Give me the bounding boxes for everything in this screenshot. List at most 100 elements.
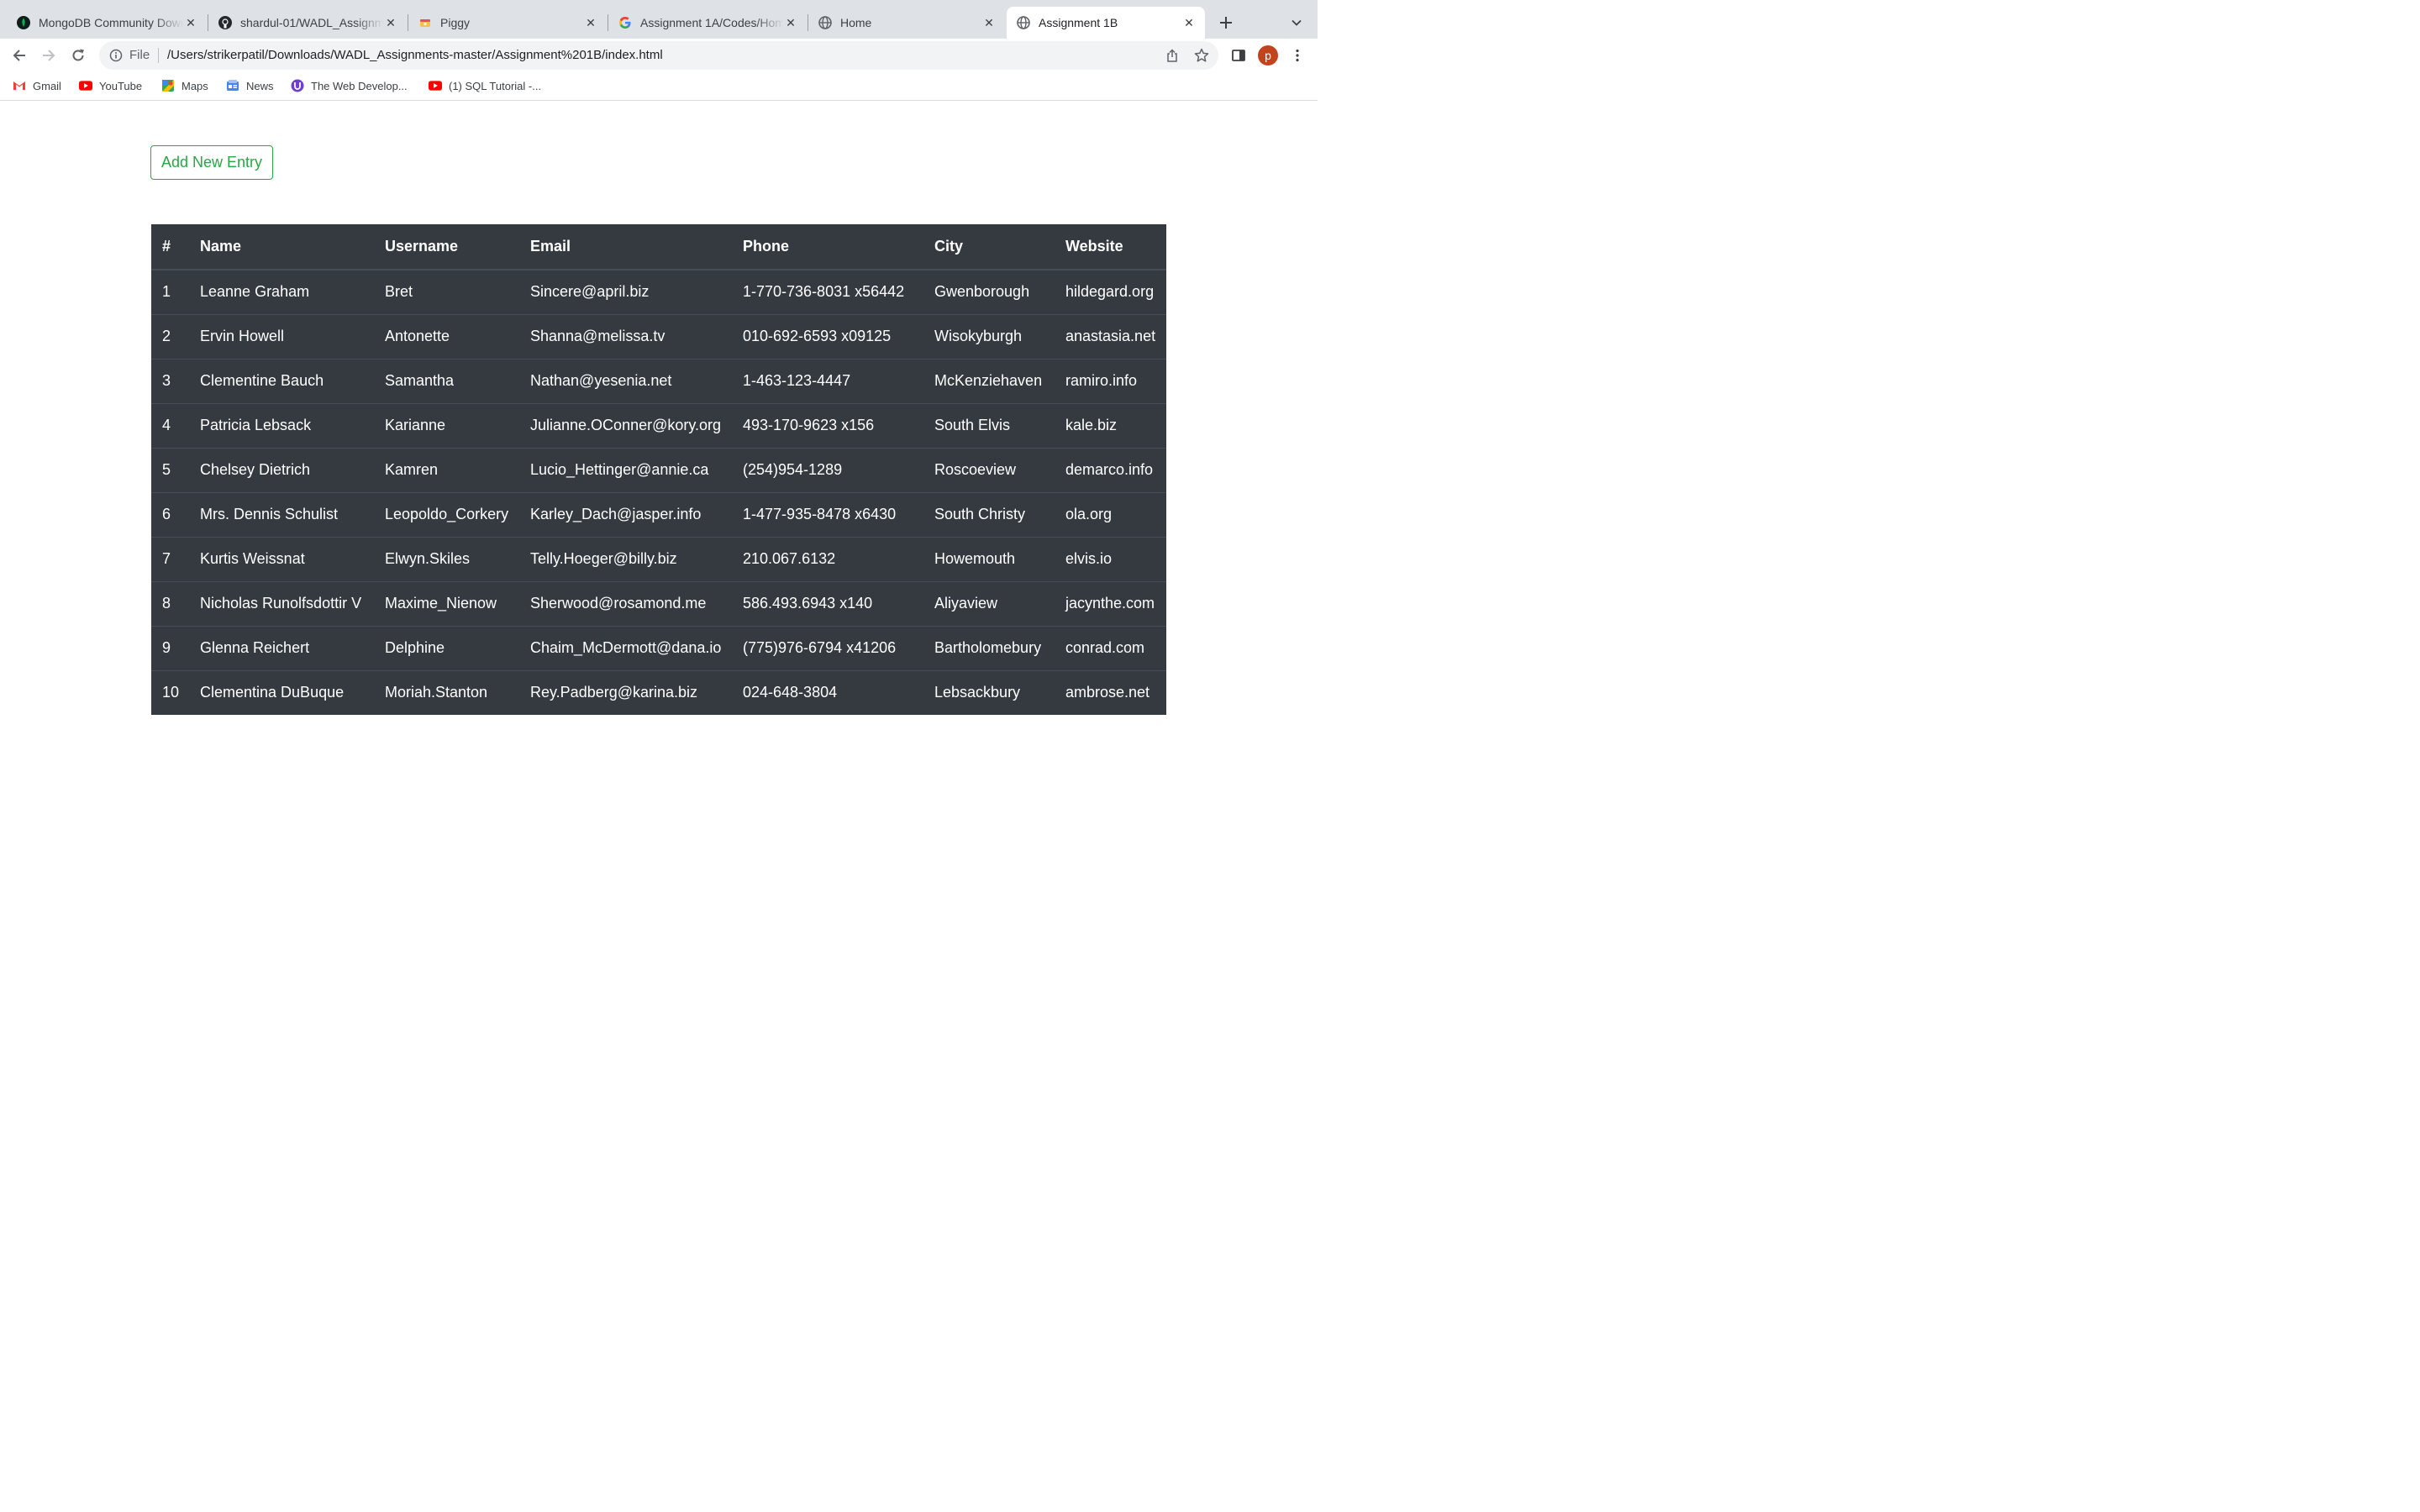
chevron-down-icon — [1292, 19, 1302, 26]
cell-username: Kamren — [374, 447, 519, 492]
table-row: 8 Nicholas Runolfsdottir V Maxime_Nienow… — [151, 580, 1166, 626]
kebab-menu-icon — [1296, 49, 1299, 62]
bookmark-label: The Web Develop... — [311, 79, 408, 92]
piggy-icon — [418, 16, 432, 29]
cell-email: Telly.Hoeger@billy.biz — [519, 536, 732, 581]
cell-id: 10 — [151, 669, 189, 715]
profile-avatar[interactable]: p — [1258, 45, 1278, 66]
back-button[interactable] — [8, 45, 30, 66]
cell-city: South Elvis — [923, 402, 1055, 448]
share-button[interactable] — [1165, 48, 1180, 63]
close-icon[interactable]: ✕ — [383, 15, 398, 30]
new-tab-button[interactable] — [1215, 12, 1237, 34]
globe-icon — [1017, 16, 1030, 29]
cell-website: anastasia.net — [1055, 313, 1166, 359]
close-icon[interactable]: ✕ — [981, 15, 997, 30]
cell-phone: (775)976-6794 x41206 — [732, 625, 923, 670]
youtube-icon — [79, 79, 92, 92]
github-icon — [218, 16, 232, 29]
bookmark-web-developer[interactable]: The Web Develop... — [291, 78, 408, 93]
side-panel-button[interactable] — [1228, 45, 1249, 66]
web-developer-icon — [291, 79, 304, 92]
cell-name: Mrs. Dennis Schulist — [189, 491, 374, 537]
tab-piggy[interactable]: Piggy ✕ — [408, 7, 607, 39]
cell-name: Kurtis Weissnat — [189, 536, 374, 581]
close-icon[interactable]: ✕ — [783, 15, 798, 30]
cell-email: Shanna@melissa.tv — [519, 313, 732, 359]
menu-button[interactable] — [1287, 45, 1307, 66]
bookmark-sql-tutorial[interactable]: (1) SQL Tutorial -... — [429, 78, 541, 93]
plus-icon — [1220, 17, 1232, 29]
bookmark-label: (1) SQL Tutorial -... — [449, 79, 542, 92]
cell-city: Howemouth — [923, 536, 1055, 581]
tab-title: shardul-01/WADL_Assignments — [240, 16, 383, 29]
gmail-icon — [13, 79, 26, 92]
reload-icon — [72, 49, 84, 61]
cell-username: Leopoldo_Corkery — [374, 491, 519, 537]
cell-name: Clementine Bauch — [189, 358, 374, 403]
cell-phone: 024-648-3804 — [732, 669, 923, 715]
cell-city: Gwenborough — [934, 283, 1030, 301]
cell-username: Bret — [385, 283, 413, 301]
cell-name: Nicholas Runolfsdottir V — [189, 580, 374, 626]
close-icon[interactable]: ✕ — [183, 15, 198, 30]
table-row: 3 Clementine Bauch Samantha Nathan@yesen… — [151, 358, 1166, 403]
bookmark-youtube[interactable]: YouTube — [79, 78, 142, 93]
share-icon — [1167, 49, 1177, 62]
add-new-entry-button[interactable]: Add New Entry — [150, 145, 273, 180]
tab-mongodb[interactable]: MongoDB Community Download ✕ — [7, 7, 207, 39]
address-bar[interactable]: File /Users/strikerpatil/Downloads/WADL_… — [99, 41, 1218, 70]
bookmarks-bar: Gmail YouTube Maps News The Web Develop.… — [0, 72, 1318, 101]
cell-city: Roscoeview — [923, 447, 1055, 492]
bookmark-label: News — [246, 79, 274, 92]
tab-github[interactable]: shardul-01/WADL_Assignments ✕ — [208, 7, 407, 39]
table-row: 4 Patricia Lebsack Karianne Julianne.OCo… — [151, 402, 1166, 448]
cell-phone: 1-463-123-4447 — [732, 358, 923, 403]
forward-button[interactable] — [38, 45, 60, 66]
reload-button[interactable] — [67, 45, 89, 66]
cell-email: Lucio_Hettinger@annie.ca — [519, 447, 732, 492]
bookmark-gmail[interactable]: Gmail — [13, 78, 61, 93]
table-body: 1 Leanne Graham Bret Sincere@april.biz 1… — [151, 270, 1166, 715]
arrow-right-icon — [43, 50, 55, 61]
close-icon[interactable]: ✕ — [1181, 15, 1197, 30]
cell-email: Rey.Padberg@karina.biz — [519, 669, 732, 715]
cell-email: Chaim_McDermott@dana.io — [519, 625, 732, 670]
omnibox-divider — [158, 48, 159, 63]
youtube-icon — [429, 79, 442, 92]
cell-website: hildegard.org — [1065, 283, 1155, 301]
bookmark-maps[interactable]: Maps — [161, 78, 208, 93]
cell-email: Julianne.OConner@kory.org — [519, 402, 732, 448]
cell-website: demarco.info — [1055, 447, 1166, 492]
cell-name: Ervin Howell — [189, 313, 374, 359]
column-header-website: Website — [1055, 224, 1166, 270]
column-header-city: City — [923, 224, 1055, 270]
cell-phone: 010-692-6593 x09125 — [732, 313, 923, 359]
url-scheme-label: File — [129, 48, 150, 62]
column-header-number: # — [151, 224, 189, 270]
cell-email: Nathan@yesenia.net — [519, 358, 732, 403]
tab-assignment-1a[interactable]: Assignment 1A/Codes/Home ✕ — [608, 7, 807, 39]
tab-search-button[interactable] — [1287, 13, 1306, 32]
cell-id: 2 — [151, 313, 189, 359]
bookmark-label: Gmail — [33, 79, 61, 92]
cell-username: Antonette — [374, 313, 519, 359]
tab-home[interactable]: Home ✕ — [808, 7, 1005, 39]
cell-username: Maxime_Nienow — [374, 580, 519, 626]
tab-assignment-1b[interactable]: Assignment 1B ✕ — [1007, 7, 1205, 39]
table-header-row: # Name Username Email Phone City Website — [151, 224, 1166, 270]
bookmark-news[interactable]: News — [226, 78, 274, 93]
cell-phone: 1-770-736-8031 x56442 — [743, 283, 905, 301]
news-icon — [226, 79, 239, 92]
url-text[interactable]: /Users/strikerpatil/Downloads/WADL_Assig… — [167, 48, 663, 62]
close-icon[interactable]: ✕ — [583, 15, 598, 30]
globe-icon — [818, 16, 832, 29]
google-icon — [618, 16, 632, 29]
table-header: # Name Username Email Phone City Website — [151, 224, 1166, 270]
cell-phone: 210.067.6132 — [732, 536, 923, 581]
bookmark-star-button[interactable] — [1194, 48, 1209, 63]
table-row: 5 Chelsey Dietrich Kamren Lucio_Hettinge… — [151, 447, 1166, 492]
info-icon[interactable] — [109, 49, 123, 62]
cell-email: Sincere@april.biz — [530, 283, 650, 301]
cell-name: Clementina DuBuque — [189, 669, 374, 715]
